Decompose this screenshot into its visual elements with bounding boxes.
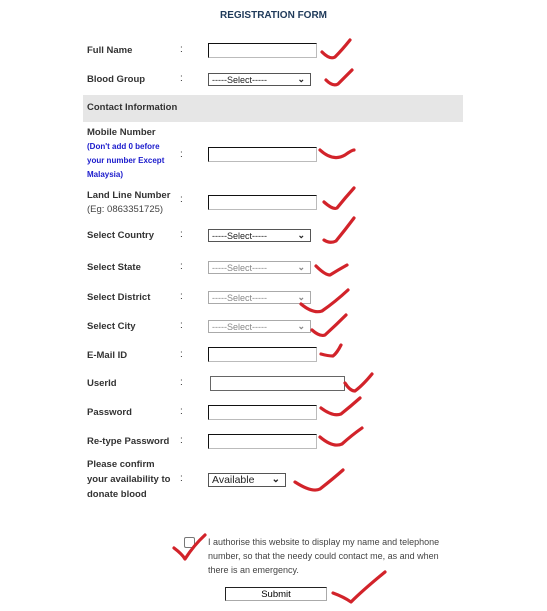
landline-note: (Eg: 0863351725) xyxy=(87,204,164,215)
consent-checkbox[interactable] xyxy=(184,537,195,548)
password-label: Password xyxy=(87,407,132,418)
colon: : xyxy=(180,291,183,302)
chevron-down-icon: ⌄ xyxy=(297,321,305,331)
chevron-down-icon: ⌄ xyxy=(297,292,305,302)
checkmark-icon xyxy=(343,372,374,393)
checkmark-icon xyxy=(319,396,362,417)
country-label: Select Country xyxy=(87,230,155,241)
full-name-label: Full Name xyxy=(87,45,133,56)
country-select[interactable]: -----Select----- ⌄ xyxy=(208,229,311,242)
colon: : xyxy=(180,349,183,360)
selected-value: -----Select----- xyxy=(212,231,267,241)
checkmark-icon xyxy=(293,468,345,492)
state-select[interactable]: -----Select----- ⌄ xyxy=(208,261,311,274)
colon: : xyxy=(180,377,183,388)
colon: : xyxy=(180,320,183,331)
colon: : xyxy=(180,261,183,272)
blood-group-select[interactable]: -----Select----- ⌄ xyxy=(208,73,311,86)
email-input[interactable] xyxy=(208,347,317,362)
checkmark-icon xyxy=(310,313,348,338)
selected-value: -----Select----- xyxy=(212,293,267,303)
colon: : xyxy=(180,44,183,55)
selected-value: -----Select----- xyxy=(212,263,267,273)
availability-label: Please confirm your availability to dona… xyxy=(87,457,170,502)
userid-input[interactable] xyxy=(210,376,345,391)
checkmark-icon xyxy=(322,216,356,244)
colon: : xyxy=(180,435,183,446)
district-select[interactable]: -----Select----- ⌄ xyxy=(208,291,311,304)
selected-value: Available xyxy=(212,474,255,486)
city-label: Select City xyxy=(87,321,136,332)
colon: : xyxy=(180,473,183,484)
consent-line: there is an emergency. xyxy=(208,565,299,575)
state-label: Select State xyxy=(87,262,141,273)
note-line: Malaysia) xyxy=(87,170,124,179)
checkmark-icon xyxy=(314,263,349,277)
landline-input[interactable] xyxy=(208,195,317,210)
annotation-checkmarks xyxy=(172,38,387,604)
full-name-input[interactable] xyxy=(208,43,317,58)
consent-text: I authorise this website to display my n… xyxy=(208,535,439,577)
retype-password-input[interactable] xyxy=(208,434,317,449)
contact-information-section: Contact Information xyxy=(83,95,463,122)
landline-label: Land Line Number xyxy=(87,190,171,201)
city-select[interactable]: -----Select----- ⌄ xyxy=(208,320,311,333)
colon: : xyxy=(180,73,183,84)
submit-button[interactable]: Submit xyxy=(225,587,327,601)
consent-line: I authorise this website to display my n… xyxy=(208,537,440,547)
colon: : xyxy=(180,194,183,205)
mobile-note: (Don't add 0 before your number Except M… xyxy=(87,140,164,182)
consent-line: number, so that the needy could contact … xyxy=(208,551,439,561)
email-label: E-Mail ID xyxy=(87,350,128,361)
district-label: Select District xyxy=(87,292,151,303)
userid-label: UserId xyxy=(87,378,117,389)
password-input[interactable] xyxy=(208,405,317,420)
checkmark-icon xyxy=(320,38,352,60)
blood-group-label: Blood Group xyxy=(87,74,146,85)
selected-value: -----Select----- xyxy=(212,75,267,85)
chevron-down-icon: ⌄ xyxy=(271,474,280,485)
checkmark-icon xyxy=(318,426,364,447)
label-line: your availability to xyxy=(87,474,171,485)
mobile-number-input[interactable] xyxy=(208,147,317,162)
colon: : xyxy=(180,149,183,160)
checkmark-icon xyxy=(324,68,354,87)
availability-select[interactable]: Available ⌄ xyxy=(208,473,286,487)
note-line: (Don't add 0 before xyxy=(87,142,160,151)
checkmark-icon xyxy=(319,343,343,358)
checkmark-icon xyxy=(318,148,356,160)
colon: : xyxy=(180,406,183,417)
chevron-down-icon: ⌄ xyxy=(297,262,305,272)
checkmark-icon xyxy=(322,186,356,210)
selected-value: -----Select----- xyxy=(212,322,267,332)
chevron-down-icon: ⌄ xyxy=(297,74,305,84)
note-line: your number Except xyxy=(87,156,165,165)
section-heading: Contact Information xyxy=(87,102,178,113)
mobile-number-label: Mobile Number xyxy=(87,127,156,138)
label-line: Please confirm xyxy=(87,459,155,470)
retype-password-label: Re-type Password xyxy=(87,436,170,447)
colon: : xyxy=(180,229,183,240)
page-title: REGISTRATION FORM xyxy=(219,10,328,21)
label-line: donate blood xyxy=(87,489,147,500)
chevron-down-icon: ⌄ xyxy=(297,230,305,240)
